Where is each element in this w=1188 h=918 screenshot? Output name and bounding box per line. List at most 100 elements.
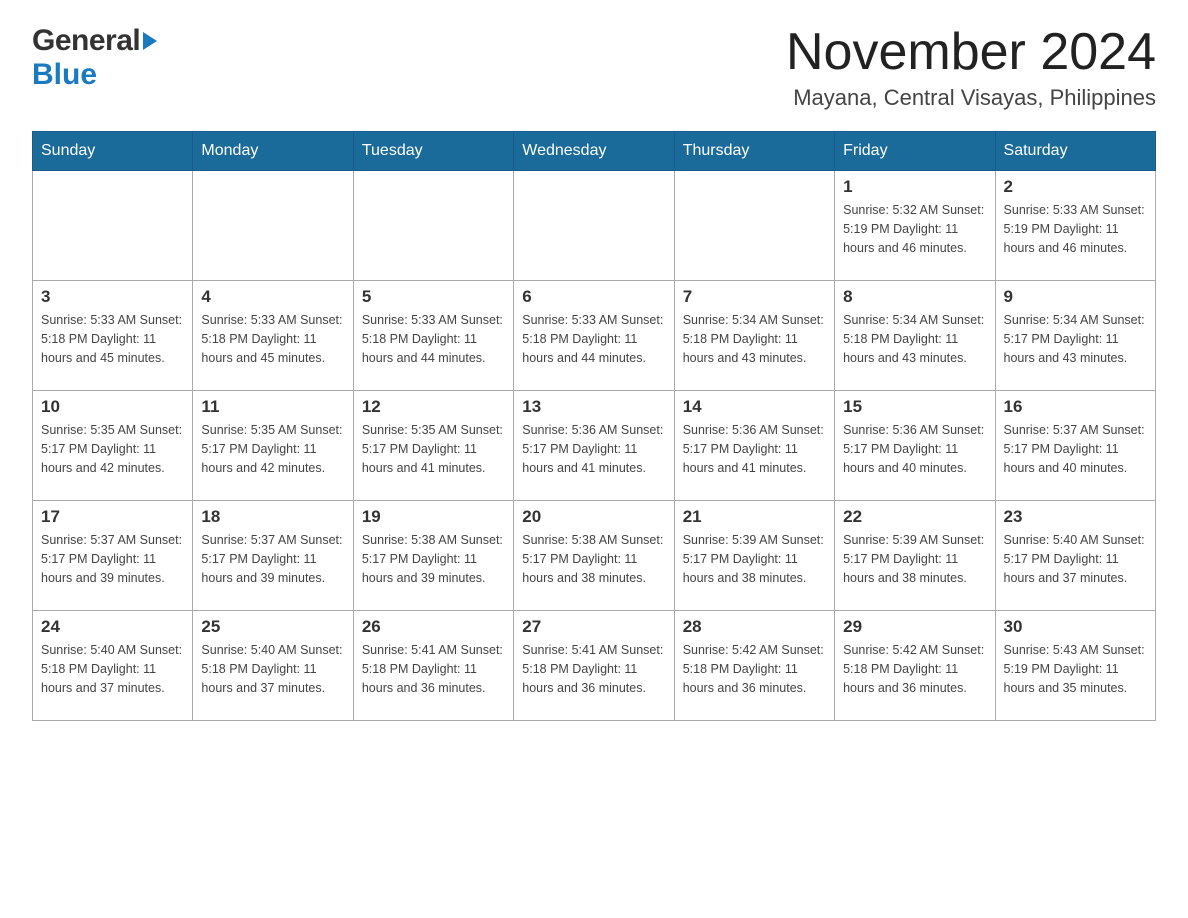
calendar-day-cell: 15 Sunrise: 5:36 AM Sunset: 5:17 PM Dayli… <box>835 391 995 501</box>
calendar-day-cell <box>193 171 353 281</box>
calendar-day-cell: 23Sunrise: 5:40 AM Sunset: 5:17 PM Dayli… <box>995 501 1155 611</box>
day-of-week-header: Thursday <box>674 132 834 171</box>
calendar-day-cell: 24 Sunrise: 5:40 AM Sunset: 5:18 PM Dayli… <box>33 611 193 721</box>
day-info: Sunrise: 5:41 AM Sunset: 5:18 PM Dayligh… <box>522 641 665 697</box>
day-number: 17 <box>41 507 184 527</box>
day-number: 30 <box>1004 617 1147 637</box>
day-info: Sunrise: 5:36 AM Sunset: 5:17 PM Dayligh… <box>843 421 986 477</box>
day-number: 25 <box>201 617 344 637</box>
day-info: Sunrise: 5:34 AM Sunset: 5:18 PM Dayligh… <box>843 311 986 367</box>
day-number: 20 <box>522 507 665 527</box>
location-subtitle: Mayana, Central Visayas, Philippines <box>786 85 1156 111</box>
calendar-day-cell: 18 Sunrise: 5:37 AM Sunset: 5:17 PM Dayli… <box>193 501 353 611</box>
title-area: November 2024 Mayana, Central Visayas, P… <box>786 24 1156 111</box>
day-info: Sunrise: 5:37 AM Sunset: 5:17 PM Dayligh… <box>1004 421 1147 477</box>
day-number: 15 <box>843 397 986 417</box>
calendar-day-cell: 16 Sunrise: 5:37 AM Sunset: 5:17 PM Dayli… <box>995 391 1155 501</box>
calendar-table: SundayMondayTuesdayWednesdayThursdayFrid… <box>32 131 1156 721</box>
day-number: 24 <box>41 617 184 637</box>
day-of-week-header: Wednesday <box>514 132 674 171</box>
day-info: Sunrise: 5:37 AM Sunset: 5:17 PM Dayligh… <box>41 531 184 587</box>
day-number: 10 <box>41 397 184 417</box>
day-info: Sunrise: 5:42 AM Sunset: 5:18 PM Dayligh… <box>843 641 986 697</box>
day-info: Sunrise: 5:34 AM Sunset: 5:18 PM Dayligh… <box>683 311 826 367</box>
logo-general-text: General <box>32 24 140 58</box>
day-number: 19 <box>362 507 505 527</box>
day-of-week-header: Tuesday <box>353 132 513 171</box>
calendar-day-cell: 22 Sunrise: 5:39 AM Sunset: 5:17 PM Dayli… <box>835 501 995 611</box>
day-info: Sunrise: 5:42 AM Sunset: 5:18 PM Dayligh… <box>683 641 826 697</box>
calendar-week-row: 17 Sunrise: 5:37 AM Sunset: 5:17 PM Dayli… <box>33 501 1156 611</box>
day-info: Sunrise: 5:40 AM Sunset: 5:17 PM Dayligh… <box>1004 531 1147 587</box>
calendar-day-cell: 19 Sunrise: 5:38 AM Sunset: 5:17 PM Dayli… <box>353 501 513 611</box>
day-of-week-header: Monday <box>193 132 353 171</box>
day-number: 22 <box>843 507 986 527</box>
calendar-day-cell: 28 Sunrise: 5:42 AM Sunset: 5:18 PM Dayli… <box>674 611 834 721</box>
day-info: Sunrise: 5:34 AM Sunset: 5:17 PM Dayligh… <box>1004 311 1147 367</box>
calendar-week-row: 10 Sunrise: 5:35 AM Sunset: 5:17 PM Dayli… <box>33 391 1156 501</box>
calendar-day-cell <box>674 171 834 281</box>
day-number: 7 <box>683 287 826 307</box>
calendar-day-cell: 25 Sunrise: 5:40 AM Sunset: 5:18 PM Dayli… <box>193 611 353 721</box>
day-info: Sunrise: 5:43 AM Sunset: 5:19 PM Dayligh… <box>1004 641 1147 697</box>
day-number: 8 <box>843 287 986 307</box>
logo-blue-text: Blue <box>32 58 97 91</box>
day-info: Sunrise: 5:40 AM Sunset: 5:18 PM Dayligh… <box>41 641 184 697</box>
day-number: 3 <box>41 287 184 307</box>
day-info: Sunrise: 5:33 AM Sunset: 5:18 PM Dayligh… <box>201 311 344 367</box>
calendar-day-cell: 7 Sunrise: 5:34 AM Sunset: 5:18 PM Daylig… <box>674 281 834 391</box>
calendar-day-cell: 12 Sunrise: 5:35 AM Sunset: 5:17 PM Dayli… <box>353 391 513 501</box>
page-header: General Blue November 2024 Mayana, Centr… <box>32 24 1156 111</box>
calendar-week-row: 3 Sunrise: 5:33 AM Sunset: 5:18 PM Daylig… <box>33 281 1156 391</box>
day-number: 18 <box>201 507 344 527</box>
day-info: Sunrise: 5:33 AM Sunset: 5:18 PM Dayligh… <box>41 311 184 367</box>
calendar-day-cell: 5Sunrise: 5:33 AM Sunset: 5:18 PM Daylig… <box>353 281 513 391</box>
day-info: Sunrise: 5:36 AM Sunset: 5:17 PM Dayligh… <box>522 421 665 477</box>
day-number: 21 <box>683 507 826 527</box>
day-info: Sunrise: 5:33 AM Sunset: 5:18 PM Dayligh… <box>522 311 665 367</box>
calendar-day-cell: 8 Sunrise: 5:34 AM Sunset: 5:18 PM Daylig… <box>835 281 995 391</box>
logo: General Blue <box>32 24 159 92</box>
logo-triangle-icon <box>141 30 159 52</box>
day-info: Sunrise: 5:32 AM Sunset: 5:19 PM Dayligh… <box>843 201 986 257</box>
day-info: Sunrise: 5:37 AM Sunset: 5:17 PM Dayligh… <box>201 531 344 587</box>
calendar-day-cell: 2 Sunrise: 5:33 AM Sunset: 5:19 PM Daylig… <box>995 171 1155 281</box>
day-number: 1 <box>843 177 986 197</box>
calendar-week-row: 1 Sunrise: 5:32 AM Sunset: 5:19 PM Daylig… <box>33 171 1156 281</box>
calendar-day-cell: 26Sunrise: 5:41 AM Sunset: 5:18 PM Dayli… <box>353 611 513 721</box>
day-number: 16 <box>1004 397 1147 417</box>
calendar-day-cell <box>33 171 193 281</box>
calendar-day-cell: 20 Sunrise: 5:38 AM Sunset: 5:17 PM Dayli… <box>514 501 674 611</box>
calendar-day-cell: 4Sunrise: 5:33 AM Sunset: 5:18 PM Daylig… <box>193 281 353 391</box>
calendar-day-cell: 6Sunrise: 5:33 AM Sunset: 5:18 PM Daylig… <box>514 281 674 391</box>
day-info: Sunrise: 5:38 AM Sunset: 5:17 PM Dayligh… <box>362 531 505 587</box>
calendar-day-cell: 13Sunrise: 5:36 AM Sunset: 5:17 PM Dayli… <box>514 391 674 501</box>
day-info: Sunrise: 5:33 AM Sunset: 5:19 PM Dayligh… <box>1004 201 1147 257</box>
calendar-header-row: SundayMondayTuesdayWednesdayThursdayFrid… <box>33 132 1156 171</box>
calendar-day-cell: 10Sunrise: 5:35 AM Sunset: 5:17 PM Dayli… <box>33 391 193 501</box>
day-info: Sunrise: 5:35 AM Sunset: 5:17 PM Dayligh… <box>201 421 344 477</box>
day-number: 12 <box>362 397 505 417</box>
day-number: 2 <box>1004 177 1147 197</box>
calendar-day-cell <box>353 171 513 281</box>
day-number: 14 <box>683 397 826 417</box>
day-number: 9 <box>1004 287 1147 307</box>
month-title: November 2024 <box>786 24 1156 81</box>
calendar-day-cell: 14 Sunrise: 5:36 AM Sunset: 5:17 PM Dayli… <box>674 391 834 501</box>
day-number: 28 <box>683 617 826 637</box>
day-info: Sunrise: 5:38 AM Sunset: 5:17 PM Dayligh… <box>522 531 665 587</box>
day-info: Sunrise: 5:39 AM Sunset: 5:17 PM Dayligh… <box>843 531 986 587</box>
calendar-day-cell: 30 Sunrise: 5:43 AM Sunset: 5:19 PM Dayli… <box>995 611 1155 721</box>
day-info: Sunrise: 5:40 AM Sunset: 5:18 PM Dayligh… <box>201 641 344 697</box>
calendar-day-cell: 21Sunrise: 5:39 AM Sunset: 5:17 PM Dayli… <box>674 501 834 611</box>
day-of-week-header: Friday <box>835 132 995 171</box>
calendar-day-cell: 17 Sunrise: 5:37 AM Sunset: 5:17 PM Dayli… <box>33 501 193 611</box>
day-number: 29 <box>843 617 986 637</box>
day-of-week-header: Sunday <box>33 132 193 171</box>
day-info: Sunrise: 5:35 AM Sunset: 5:17 PM Dayligh… <box>362 421 505 477</box>
calendar-day-cell: 9 Sunrise: 5:34 AM Sunset: 5:17 PM Daylig… <box>995 281 1155 391</box>
calendar-day-cell: 3 Sunrise: 5:33 AM Sunset: 5:18 PM Daylig… <box>33 281 193 391</box>
day-info: Sunrise: 5:36 AM Sunset: 5:17 PM Dayligh… <box>683 421 826 477</box>
calendar-day-cell: 11Sunrise: 5:35 AM Sunset: 5:17 PM Dayli… <box>193 391 353 501</box>
calendar-day-cell <box>514 171 674 281</box>
